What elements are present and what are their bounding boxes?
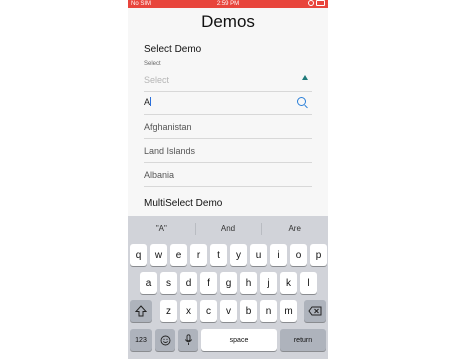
key-l[interactable]: l <box>300 272 317 294</box>
option-item[interactable]: Land Islands <box>144 139 312 163</box>
return-key[interactable]: return <box>280 329 326 351</box>
key-p[interactable]: p <box>310 244 327 266</box>
select-placeholder: Select <box>144 75 170 85</box>
key-o[interactable]: o <box>290 244 307 266</box>
search-input[interactable]: A <box>144 92 312 115</box>
status-bar: No SIM 2:59 PM <box>128 0 328 8</box>
numbers-key[interactable]: 123 <box>130 329 152 351</box>
option-item[interactable]: Albania <box>144 163 312 187</box>
key-y[interactable]: y <box>230 244 247 266</box>
key-m[interactable]: m <box>280 300 297 322</box>
key-t[interactable]: t <box>210 244 227 266</box>
key-j[interactable]: j <box>260 272 277 294</box>
option-label: Afghanistan <box>144 122 192 132</box>
option-item[interactable]: Afghanistan <box>144 115 312 139</box>
select-demo-heading: Select Demo <box>144 44 202 55</box>
suggestion-item[interactable]: "A" <box>128 216 195 242</box>
key-h[interactable]: h <box>240 272 257 294</box>
key-z[interactable]: z <box>160 300 177 322</box>
key-c[interactable]: c <box>200 300 217 322</box>
key-a[interactable]: a <box>140 272 157 294</box>
key-x[interactable]: x <box>180 300 197 322</box>
shift-icon <box>135 305 147 317</box>
key-g[interactable]: g <box>220 272 237 294</box>
key-q[interactable]: q <box>130 244 147 266</box>
key-f[interactable]: f <box>200 272 217 294</box>
suggestion-item[interactable]: And <box>194 216 262 242</box>
option-label: Land Islands <box>144 146 196 156</box>
key-b[interactable]: b <box>240 300 257 322</box>
suggestion-item[interactable]: Are <box>261 216 328 242</box>
key-r[interactable]: r <box>190 244 207 266</box>
key-w[interactable]: w <box>150 244 167 266</box>
key-i[interactable]: i <box>270 244 287 266</box>
status-time: 2:59 PM <box>216 1 240 7</box>
phone-screen: No SIM 2:59 PM Demos Select Demo Select … <box>128 0 328 359</box>
option-label: Albania <box>144 170 175 180</box>
space-key[interactable]: space <box>201 329 277 351</box>
delete-key[interactable] <box>304 300 326 322</box>
shift-key[interactable] <box>130 300 152 322</box>
emoji-key[interactable] <box>155 329 175 351</box>
key-v[interactable]: v <box>220 300 237 322</box>
multiselect-demo-heading: MultiSelect Demo <box>144 198 223 209</box>
key-u[interactable]: u <box>250 244 267 266</box>
backspace-icon <box>308 306 322 316</box>
battery-icon <box>316 0 325 6</box>
chevron-up-icon[interactable] <box>302 75 308 80</box>
key-s[interactable]: s <box>160 272 177 294</box>
mic-key[interactable] <box>178 329 198 351</box>
page-title: Demos <box>201 12 255 31</box>
orientation-lock-icon <box>308 0 314 6</box>
text-cursor <box>150 97 152 106</box>
key-e[interactable]: e <box>170 244 187 266</box>
status-indicators <box>308 0 325 6</box>
key-n[interactable]: n <box>260 300 277 322</box>
microphone-icon <box>184 334 192 345</box>
search-value: A <box>144 97 152 107</box>
key-d[interactable]: d <box>180 272 197 294</box>
on-screen-keyboard: "A" And Are q w e r t y u i o p a s d f … <box>128 216 328 359</box>
emoji-icon <box>160 335 170 345</box>
key-k[interactable]: k <box>280 272 297 294</box>
select-field-label: Select <box>144 61 161 67</box>
search-icon[interactable] <box>297 97 306 106</box>
suggestion-bar: "A" And Are <box>128 216 328 242</box>
select-dropdown[interactable]: Select <box>144 71 312 92</box>
